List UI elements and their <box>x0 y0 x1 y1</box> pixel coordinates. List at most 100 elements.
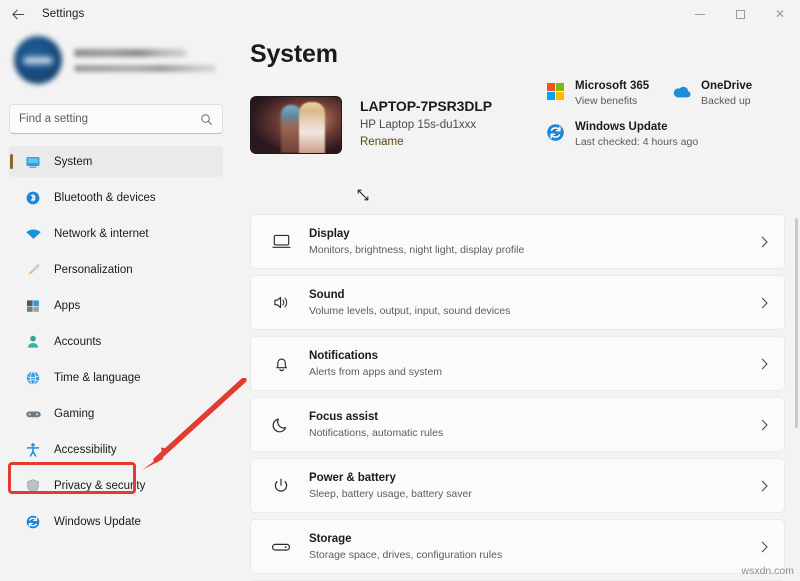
minimize-icon <box>695 13 705 15</box>
status-tile-onedrive[interactable]: OneDrive Backed up <box>670 80 752 107</box>
rename-link[interactable]: Rename <box>360 136 492 148</box>
settings-row-title: Sound <box>309 288 345 301</box>
settings-row-subtitle: Notifications, automatic rules <box>309 426 444 439</box>
settings-row-text: Display Monitors, brightness, night ligh… <box>309 228 759 256</box>
chevron-right-icon <box>759 296 770 310</box>
sidebar-item-accounts[interactable]: Accounts <box>9 326 223 357</box>
settings-row-focus-assist[interactable]: Focus assist Notifications, automatic ru… <box>250 397 785 452</box>
settings-row-title: Display <box>309 227 350 240</box>
status-tile-subtitle: Backed up <box>701 95 751 107</box>
wallpaper-figure-right <box>299 102 325 153</box>
chevron-right-icon <box>759 540 770 554</box>
device-details: LAPTOP-7PSR3DLP HP Laptop 15s-du1xxx Ren… <box>360 96 492 148</box>
scrollbar-thumb[interactable] <box>795 218 798 428</box>
sidebar-item-label: Accounts <box>54 335 102 348</box>
sidebar-item-accessibility[interactable]: Accessibility <box>9 434 223 465</box>
maximize-button[interactable] <box>720 0 760 28</box>
bell-icon <box>267 352 295 376</box>
settings-row-sound[interactable]: Sound Volume levels, output, input, soun… <box>250 275 785 330</box>
accessibility-icon <box>23 441 43 459</box>
minimize-button[interactable] <box>680 0 720 28</box>
gamepad-icon <box>23 405 43 423</box>
status-tile-subtitle: View benefits <box>575 95 638 107</box>
sidebar-item-label: Personalization <box>54 263 133 276</box>
page-title: System <box>250 40 338 68</box>
sidebar-item-network-internet[interactable]: Network & internet <box>9 218 223 249</box>
microsoft-365-logo <box>544 80 566 102</box>
windows-update-sync-icon <box>544 121 566 143</box>
close-button[interactable]: ✕ <box>760 0 800 28</box>
drive-icon <box>267 535 295 559</box>
account-text <box>74 48 216 72</box>
status-tile-windows-update[interactable]: Windows Update Last checked: 4 hours ago <box>544 121 794 148</box>
settings-row-title: Storage <box>309 532 352 545</box>
settings-row-display[interactable]: Display Monitors, brightness, night ligh… <box>250 214 785 269</box>
search-input[interactable] <box>19 113 200 125</box>
sidebar-item-label: Network & internet <box>54 227 149 240</box>
chevron-right-icon <box>759 418 770 432</box>
account-name-redacted <box>74 48 186 57</box>
sidebar-item-label: System <box>54 155 93 168</box>
sidebar-item-personalization[interactable]: Personalization <box>9 254 223 285</box>
back-button[interactable] <box>0 1 36 27</box>
settings-row-subtitle: Monitors, brightness, night light, displ… <box>309 243 525 256</box>
settings-row-subtitle: Storage space, drives, configuration rul… <box>309 548 503 561</box>
status-tile-microsoft-365[interactable]: Microsoft 365 View benefits <box>544 80 670 107</box>
sidebar-item-apps[interactable]: Apps <box>9 290 223 321</box>
maximize-icon <box>735 9 745 19</box>
speaker-icon <box>267 291 295 315</box>
apps-grid-icon <box>23 297 43 315</box>
desktop-wallpaper-thumbnail <box>250 96 342 154</box>
paintbrush-icon <box>23 261 43 279</box>
sidebar-item-label: Gaming <box>54 407 95 420</box>
chevron-right-icon <box>759 357 770 371</box>
onedrive-cloud-icon <box>670 80 692 102</box>
person-icon <box>23 333 43 351</box>
bluetooth-icon <box>23 189 43 207</box>
sidebar: System Bluetooth & devices Network <box>0 28 232 581</box>
sidebar-item-label: Time & language <box>54 371 141 384</box>
sidebar-item-gaming[interactable]: Gaming <box>9 398 223 429</box>
shield-icon <box>23 477 43 495</box>
sidebar-item-label: Privacy & security <box>54 479 146 492</box>
sidebar-item-time-language[interactable]: Time & language <box>9 362 223 393</box>
account-summary[interactable] <box>14 36 216 84</box>
wifi-icon <box>23 225 43 243</box>
back-arrow-icon <box>11 9 24 19</box>
device-name: LAPTOP-7PSR3DLP <box>360 98 493 114</box>
sidebar-item-bluetooth-devices[interactable]: Bluetooth & devices <box>9 182 223 213</box>
moon-icon <box>267 413 295 437</box>
settings-row-text: Sound Volume levels, output, input, soun… <box>309 289 759 317</box>
settings-row-text: Storage Storage space, drives, configura… <box>309 533 759 561</box>
monitor-icon <box>23 153 43 171</box>
avatar <box>14 36 62 84</box>
settings-row-notifications[interactable]: Notifications Alerts from apps and syste… <box>250 336 785 391</box>
close-icon: ✕ <box>774 7 786 21</box>
status-tile-title: OneDrive <box>701 80 753 92</box>
status-tiles: Microsoft 365 View benefits OneDrive Bac… <box>544 80 794 162</box>
globe-clock-icon <box>23 369 43 387</box>
settings-row-power-battery[interactable]: Power & battery Sleep, battery usage, ba… <box>250 458 785 513</box>
settings-row-text: Focus assist Notifications, automatic ru… <box>309 411 759 439</box>
resize-cursor <box>356 188 370 207</box>
account-email-redacted <box>74 64 216 72</box>
sidebar-item-system[interactable]: System <box>9 146 223 177</box>
chevron-right-icon <box>759 235 770 249</box>
sidebar-item-label: Apps <box>54 299 81 312</box>
sidebar-item-windows-update[interactable]: Windows Update <box>9 506 223 537</box>
search-icon <box>200 113 213 126</box>
settings-row-storage[interactable]: Storage Storage space, drives, configura… <box>250 519 785 574</box>
sidebar-item-label: Accessibility <box>54 443 117 456</box>
sidebar-item-privacy-security[interactable]: Privacy & security <box>9 470 223 501</box>
status-tile-title: Microsoft 365 <box>575 80 650 92</box>
search-box[interactable] <box>9 104 223 134</box>
sidebar-item-label: Bluetooth & devices <box>54 191 156 204</box>
settings-row-text: Notifications Alerts from apps and syste… <box>309 350 759 378</box>
windows-update-icon <box>23 513 43 531</box>
settings-window: Settings ✕ Find a setting System Bluetoo… <box>0 0 800 581</box>
device-summary: LAPTOP-7PSR3DLP HP Laptop 15s-du1xxx Ren… <box>250 96 492 154</box>
power-icon <box>267 474 295 498</box>
settings-row-subtitle: Sleep, battery usage, battery saver <box>309 487 472 500</box>
settings-row-title: Focus assist <box>309 410 379 423</box>
window-controls: ✕ <box>680 0 800 28</box>
